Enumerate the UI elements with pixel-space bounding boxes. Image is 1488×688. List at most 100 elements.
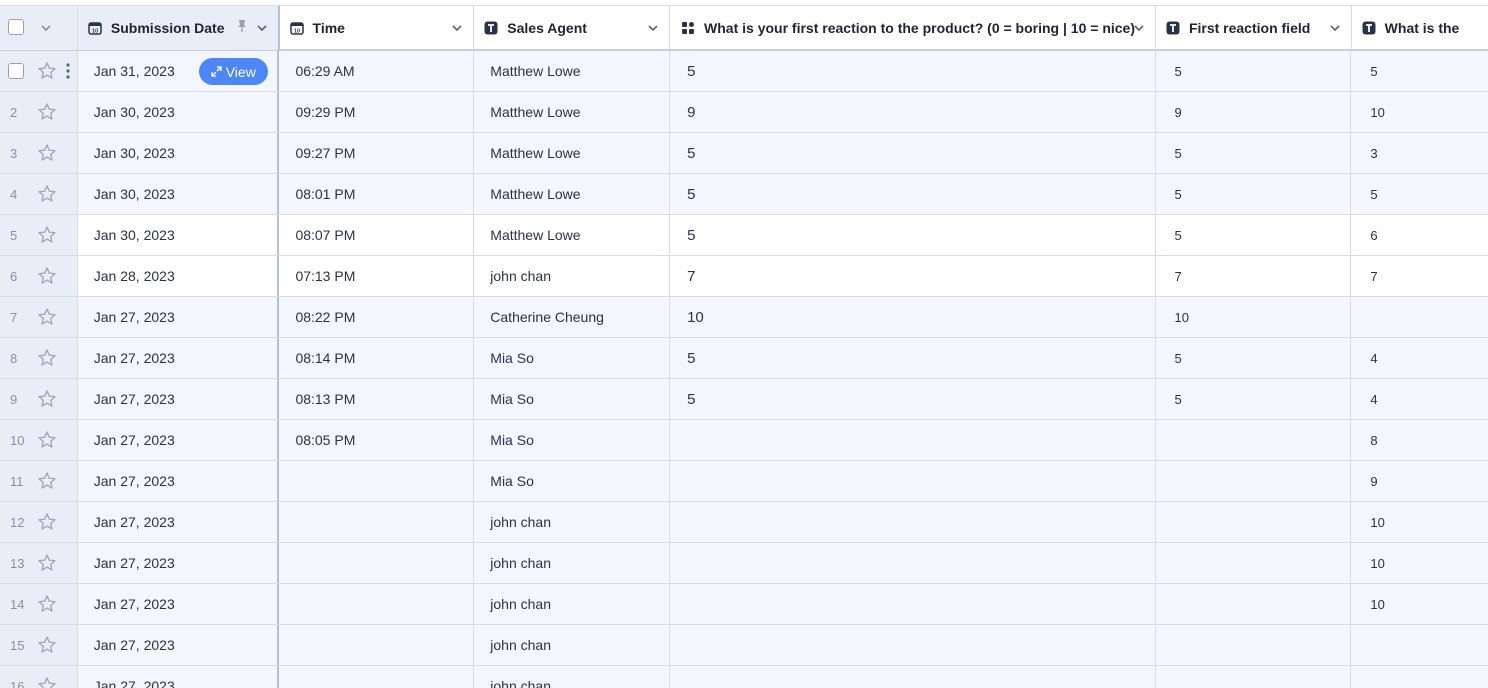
cell-first-reaction-field[interactable]: 10 (1156, 297, 1352, 337)
cell-first-reaction-rating[interactable]: 10 (670, 297, 1156, 337)
cell-sales-agent[interactable]: Catherine Cheung (474, 297, 671, 337)
cell-time[interactable]: 08:01 PM (279, 174, 475, 214)
cell-sales-agent[interactable]: john chan (474, 666, 671, 688)
cell-sales-agent[interactable]: john chan (474, 502, 671, 542)
cell-sales-agent[interactable]: Mia So (474, 338, 671, 378)
cell-time[interactable]: 06:29 AM (279, 51, 475, 91)
cell-truncated-question[interactable] (1351, 666, 1488, 688)
table-row[interactable]: 13 Jan 27, 2023 john chan 10 (0, 543, 1488, 584)
row-selector[interactable]: 10 (0, 420, 78, 460)
cell-first-reaction-field[interactable]: 9 (1156, 92, 1352, 132)
row-selector[interactable]: 4 (0, 174, 78, 214)
column-header-submission-date[interactable]: 10 Submission Date (77, 6, 280, 50)
cell-submission-date[interactable]: Jan 30, 2023 (78, 133, 280, 173)
cell-submission-date[interactable]: Jan 30, 2023 (78, 174, 280, 214)
cell-first-reaction-rating[interactable] (670, 625, 1156, 665)
cell-submission-date[interactable]: Jan 28, 2023 (78, 256, 280, 296)
cell-truncated-question[interactable]: 3 (1351, 133, 1488, 173)
table-row[interactable]: 14 Jan 27, 2023 john chan 10 (0, 584, 1488, 625)
cell-first-reaction-rating[interactable]: 7 (670, 256, 1156, 296)
cell-first-reaction-field[interactable]: 7 (1156, 256, 1352, 296)
column-header-first-reaction-field[interactable]: First reaction field (1156, 6, 1352, 50)
star-icon[interactable] (37, 676, 57, 688)
cell-first-reaction-field[interactable]: 5 (1156, 338, 1352, 378)
cell-truncated-question[interactable]: 10 (1351, 584, 1488, 624)
table-row[interactable]: 9 Jan 27, 2023 08:13 PM Mia So 5 5 4 (0, 379, 1488, 420)
cell-time[interactable] (279, 461, 475, 501)
select-all-checkbox[interactable] (8, 19, 24, 35)
chevron-down-icon[interactable] (40, 22, 52, 34)
cell-sales-agent[interactable]: Matthew Lowe (474, 92, 671, 132)
cell-time[interactable]: 08:05 PM (279, 420, 475, 460)
cell-truncated-question[interactable]: 5 (1351, 174, 1488, 214)
cell-first-reaction-rating[interactable]: 5 (670, 51, 1156, 91)
cell-first-reaction-rating[interactable] (670, 461, 1156, 501)
cell-sales-agent[interactable]: Mia So (474, 461, 671, 501)
star-icon[interactable] (37, 102, 57, 122)
star-icon[interactable] (37, 266, 57, 286)
cell-first-reaction-field[interactable] (1156, 420, 1352, 460)
cell-submission-date[interactable]: Jan 27, 2023 (78, 297, 280, 337)
row-selector[interactable]: 6 (0, 256, 78, 296)
cell-time[interactable]: 07:13 PM (279, 256, 475, 296)
cell-first-reaction-field[interactable]: 5 (1156, 133, 1352, 173)
star-icon[interactable] (37, 594, 57, 614)
cell-submission-date[interactable]: Jan 27, 2023 (78, 543, 280, 583)
star-icon[interactable] (37, 471, 57, 491)
cell-first-reaction-rating[interactable] (670, 584, 1156, 624)
cell-truncated-question[interactable] (1351, 625, 1488, 665)
cell-truncated-question[interactable] (1351, 297, 1488, 337)
cell-sales-agent[interactable]: john chan (474, 543, 671, 583)
row-selector[interactable]: 11 (0, 461, 78, 501)
cell-truncated-question[interactable]: 4 (1351, 338, 1488, 378)
table-row[interactable]: Jan 31, 2023 View 06:29 AM Matthew Lowe 5 5 5 (0, 51, 1488, 92)
cell-time[interactable] (279, 502, 475, 542)
cell-first-reaction-rating[interactable]: 5 (670, 338, 1156, 378)
cell-sales-agent[interactable]: Matthew Lowe (474, 133, 671, 173)
cell-submission-date[interactable]: Jan 30, 2023 (78, 92, 280, 132)
row-selector[interactable]: 16 (0, 666, 78, 688)
star-icon[interactable] (37, 430, 57, 450)
cell-truncated-question[interactable]: 4 (1351, 379, 1488, 419)
cell-submission-date[interactable]: Jan 27, 2023 (78, 338, 280, 378)
row-selector[interactable]: 7 (0, 297, 78, 337)
cell-time[interactable] (279, 584, 475, 624)
table-row[interactable]: 5 Jan 30, 2023 08:07 PM Matthew Lowe 5 5 6 (0, 215, 1488, 256)
cell-submission-date[interactable]: Jan 27, 2023 (78, 584, 280, 624)
cell-sales-agent[interactable]: Matthew Lowe (474, 215, 671, 255)
cell-truncated-question[interactable]: 10 (1351, 543, 1488, 583)
star-icon[interactable] (37, 307, 57, 327)
row-selector[interactable]: 12 (0, 502, 78, 542)
column-header-sales-agent[interactable]: Sales Agent (474, 6, 671, 50)
more-vertical-icon[interactable] (66, 63, 70, 79)
star-icon[interactable] (37, 143, 57, 163)
chevron-down-icon[interactable] (451, 22, 463, 34)
row-selector[interactable]: 3 (0, 133, 78, 173)
cell-time[interactable]: 08:14 PM (279, 338, 475, 378)
cell-sales-agent[interactable]: Matthew Lowe (474, 174, 671, 214)
cell-first-reaction-rating[interactable]: 5 (670, 379, 1156, 419)
cell-submission-date[interactable]: Jan 27, 2023 (78, 461, 280, 501)
cell-time[interactable] (279, 543, 475, 583)
cell-first-reaction-field[interactable] (1156, 666, 1352, 688)
table-row[interactable]: 7 Jan 27, 2023 08:22 PM Catherine Cheung 10 1… (0, 297, 1488, 338)
cell-sales-agent[interactable]: john chan (474, 584, 671, 624)
cell-first-reaction-rating[interactable] (670, 502, 1156, 542)
cell-submission-date[interactable]: Jan 27, 2023 (78, 379, 280, 419)
cell-time[interactable]: 08:07 PM (279, 215, 475, 255)
cell-sales-agent[interactable]: Mia So (474, 379, 671, 419)
cell-submission-date[interactable]: Jan 30, 2023 (78, 215, 280, 255)
cell-first-reaction-rating[interactable] (670, 420, 1156, 460)
table-row[interactable]: 16 Jan 27, 2023 john chan (0, 666, 1488, 688)
cell-time[interactable]: 09:29 PM (279, 92, 475, 132)
cell-first-reaction-field[interactable]: 5 (1156, 174, 1352, 214)
cell-truncated-question[interactable]: 6 (1351, 215, 1488, 255)
column-header-time[interactable]: 10 Time (280, 6, 475, 50)
table-row[interactable]: 12 Jan 27, 2023 john chan 10 (0, 502, 1488, 543)
cell-first-reaction-rating[interactable] (670, 666, 1156, 688)
cell-truncated-question[interactable]: 10 (1351, 92, 1488, 132)
cell-first-reaction-field[interactable] (1156, 502, 1352, 542)
chevron-down-icon[interactable] (1329, 22, 1341, 34)
view-button[interactable]: View (198, 58, 268, 85)
table-row[interactable]: 15 Jan 27, 2023 john chan (0, 625, 1488, 666)
